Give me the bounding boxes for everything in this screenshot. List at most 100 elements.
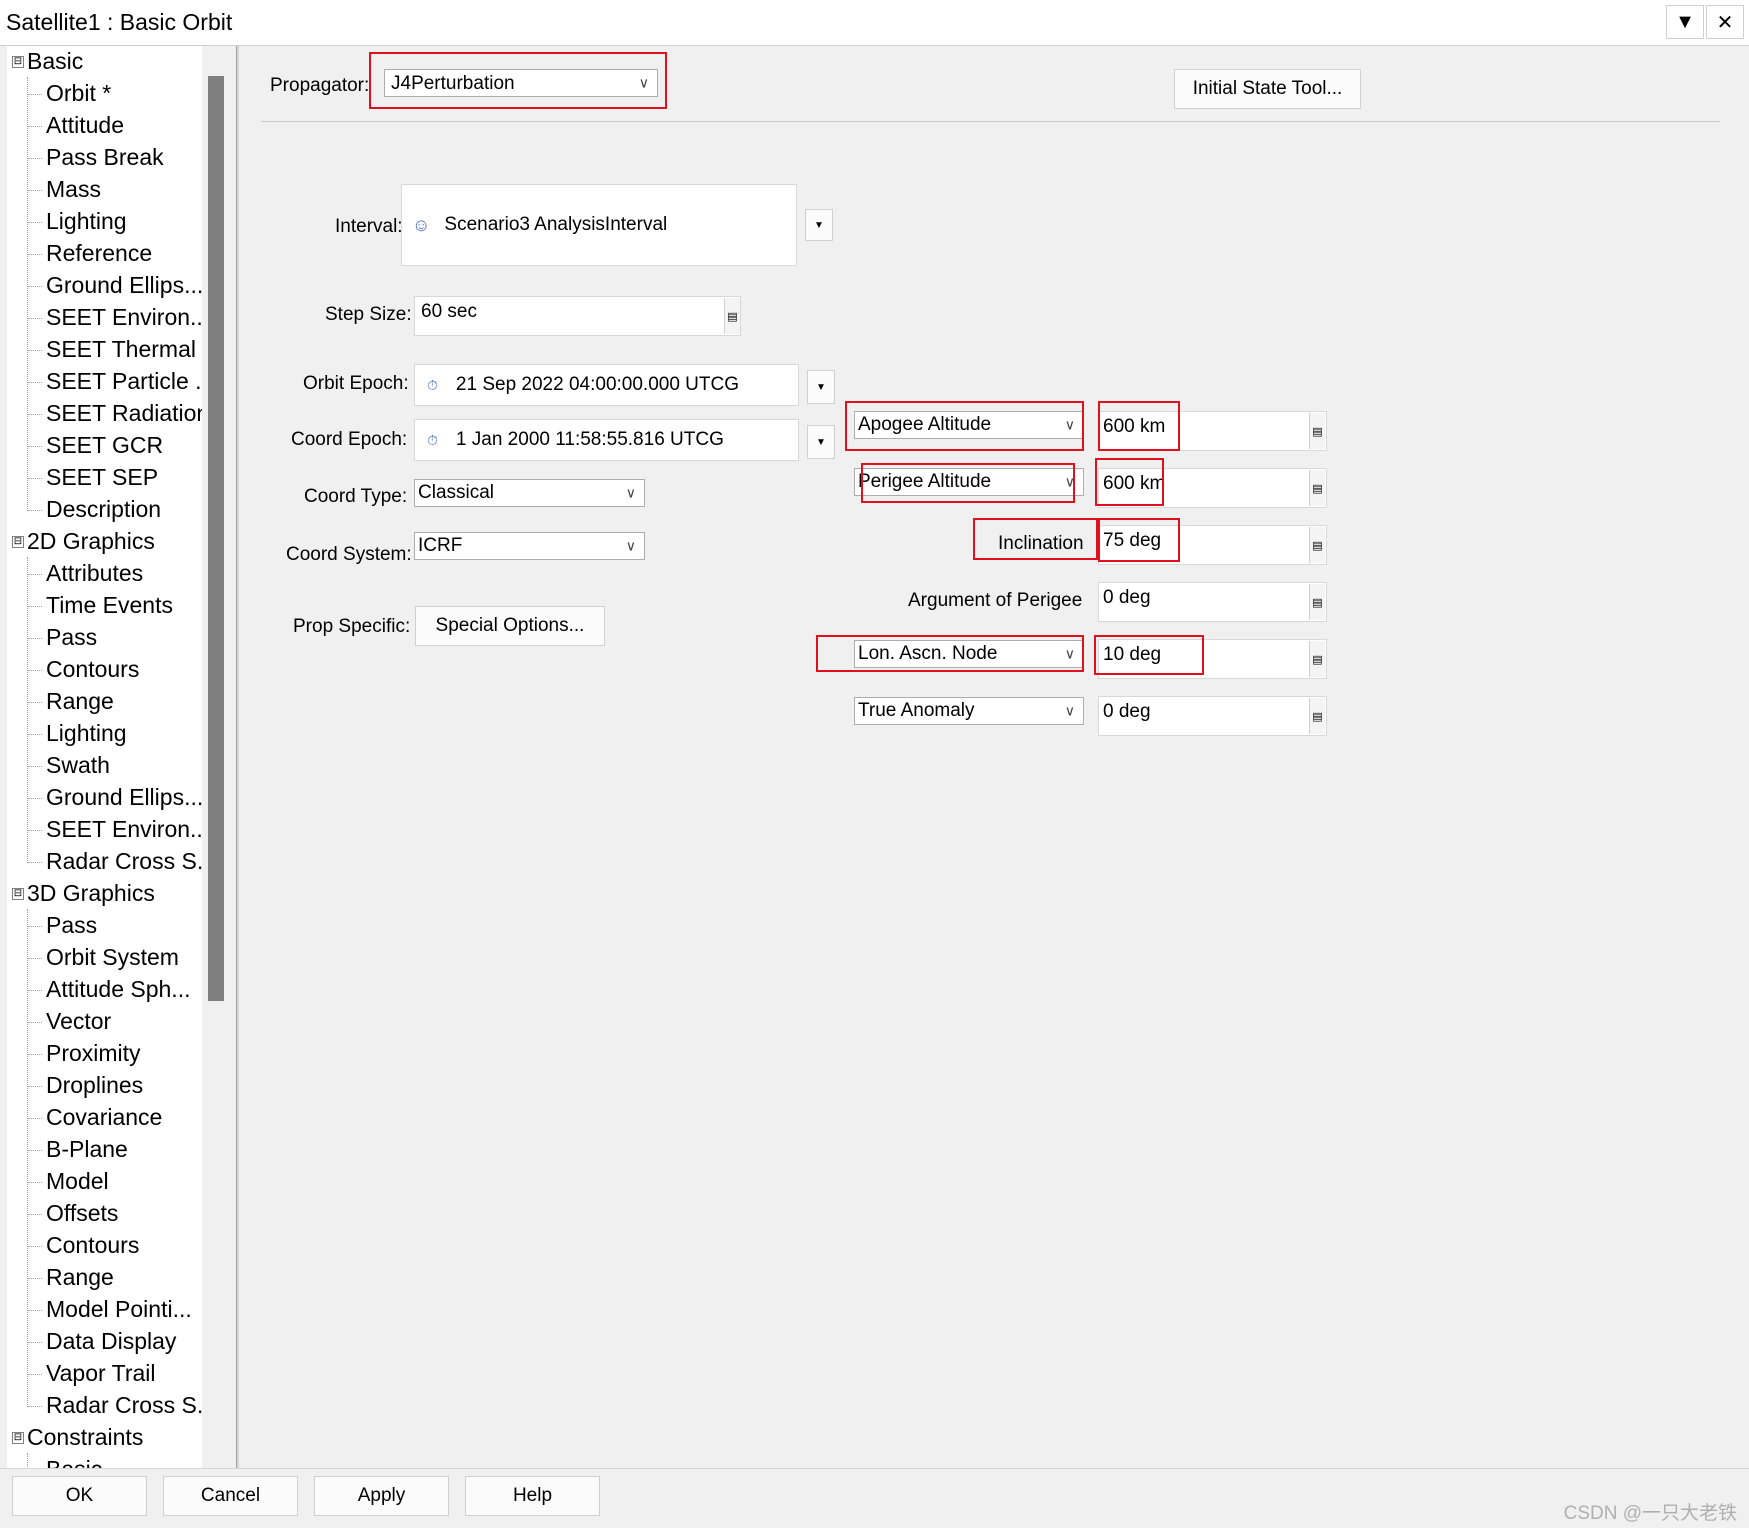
tree-connector	[28, 1118, 42, 1119]
special-options-button[interactable]: Special Options...	[415, 606, 605, 646]
tree-item[interactable]: Ground Ellips...	[46, 783, 202, 811]
tree-item[interactable]: Vapor Trail	[46, 1359, 156, 1387]
coord-system-select[interactable]: ICRF ∨	[414, 532, 645, 560]
tree-item[interactable]: Pass	[46, 911, 97, 939]
coord-epoch-field[interactable]: ⏱ 1 Jan 2000 11:58:55.816 UTCG	[414, 419, 799, 461]
tree-item[interactable]: Orbit *	[46, 79, 111, 107]
orbit-epoch-dropdown-button[interactable]: ▼	[807, 370, 835, 404]
tree-item[interactable]: Attitude Sph...	[46, 975, 190, 1003]
anomaly-select[interactable]: True Anomaly ∨	[854, 697, 1084, 725]
tree-connector	[28, 1406, 42, 1407]
propagator-select[interactable]: J4Perturbation ∨	[384, 69, 658, 97]
argument-of-perigee-options-icon[interactable]: ▤	[1309, 584, 1325, 620]
lon-ascn-node-input[interactable]: 10 deg	[1098, 639, 1327, 679]
tree-item[interactable]: SEET Environ...	[46, 303, 202, 331]
tree-item[interactable]: SEET GCR	[46, 431, 163, 459]
size-shape-1-select[interactable]: Apogee Altitude ∨	[854, 411, 1084, 439]
tree-item[interactable]: Radar Cross S...	[46, 847, 202, 875]
tree-item[interactable]: Covariance	[46, 1103, 162, 1131]
tree-item[interactable]: Description	[46, 495, 161, 523]
tree-scrollbar-thumb[interactable]	[208, 76, 224, 1001]
tree-item[interactable]: Droplines	[46, 1071, 143, 1099]
node-select[interactable]: Lon. Ascn. Node ∨	[854, 640, 1084, 668]
step-size-input[interactable]: 60 sec	[414, 296, 741, 336]
tree-item[interactable]: Vector	[46, 1007, 111, 1035]
chevron-down-icon: ∨	[1064, 702, 1075, 719]
tree-connector	[27, 1453, 28, 1468]
collapse-icon[interactable]: ⊟	[12, 536, 24, 548]
tree-item[interactable]: Attitude	[46, 111, 124, 139]
tree-item[interactable]: Data Display	[46, 1327, 176, 1355]
tree-connector	[28, 94, 42, 95]
tree-connector	[28, 606, 42, 607]
tree-item[interactable]: Range	[46, 687, 114, 715]
tree-item[interactable]: Mass	[46, 175, 101, 203]
tree-item[interactable]: Contours	[46, 655, 139, 683]
true-anomaly-value: 0 deg	[1103, 701, 1151, 722]
tree-item[interactable]: Proximity	[46, 1039, 141, 1067]
tree-connector	[28, 1054, 42, 1055]
tree-item[interactable]: B-Plane	[46, 1135, 128, 1163]
chevron-down-icon: ∨	[1064, 416, 1075, 433]
ok-button[interactable]: OK	[12, 1476, 147, 1516]
coord-type-select[interactable]: Classical ∨	[414, 479, 645, 507]
interval-dropdown-button[interactable]: ▼	[805, 209, 833, 241]
window-title: Satellite1 : Basic Orbit	[6, 9, 233, 35]
apply-button[interactable]: Apply	[314, 1476, 449, 1516]
tree-item[interactable]: SEET SEP	[46, 463, 158, 491]
size-shape-2-select[interactable]: Perigee Altitude ∨	[854, 468, 1084, 496]
apogee-options-icon[interactable]: ▤	[1309, 413, 1325, 449]
orbit-epoch-field[interactable]: ⏱ 21 Sep 2022 04:00:00.000 UTCG	[414, 364, 799, 406]
tree-item[interactable]: Time Events	[46, 591, 173, 619]
true-anomaly-options-icon[interactable]: ▤	[1309, 698, 1325, 734]
lon-ascn-node-options-icon[interactable]: ▤	[1309, 641, 1325, 677]
tree-item[interactable]: Model Pointi...	[46, 1295, 192, 1323]
tree-item[interactable]: Pass Break	[46, 143, 164, 171]
size-shape-1-type: Apogee Altitude	[858, 414, 992, 435]
tree-item[interactable]: Swath	[46, 751, 110, 779]
interval-field[interactable]: ☺ Scenario3 AnalysisInterval	[401, 184, 797, 266]
tree-item[interactable]: Pass	[46, 623, 97, 651]
tree-item[interactable]: Lighting	[46, 207, 127, 235]
tree-item[interactable]: SEET Particle ...	[46, 367, 202, 395]
close-icon[interactable]: ✕	[1706, 5, 1744, 39]
inclination-options-icon[interactable]: ▤	[1309, 527, 1325, 563]
tree-item[interactable]: Radar Cross S...	[46, 1391, 202, 1419]
tree-item[interactable]: SEET Environ...	[46, 815, 202, 843]
perigee-altitude-input[interactable]: 600 km	[1098, 468, 1327, 508]
argument-of-perigee-input[interactable]: 0 deg	[1098, 582, 1327, 622]
tree-item[interactable]: Ground Ellips...	[46, 271, 202, 299]
tree-item[interactable]: Model	[46, 1167, 109, 1195]
tree-item[interactable]: Orbit System	[46, 943, 179, 971]
separator-line	[261, 121, 1720, 122]
tree-section[interactable]: 3D Graphics	[27, 879, 155, 907]
window-menu-dropdown-icon[interactable]: ▼	[1666, 5, 1704, 39]
collapse-icon[interactable]: ⊟	[12, 1432, 24, 1444]
cancel-button[interactable]: Cancel	[163, 1476, 298, 1516]
tree-section[interactable]: Basic	[27, 47, 83, 75]
tree-item[interactable]: Reference	[46, 239, 152, 267]
tree-section[interactable]: Constraints	[27, 1423, 143, 1451]
true-anomaly-input[interactable]: 0 deg	[1098, 696, 1327, 736]
collapse-icon[interactable]: ⊟	[12, 56, 24, 68]
apogee-altitude-input[interactable]: 600 km	[1098, 411, 1327, 451]
property-tree[interactable]: ⊟ Basic Orbit * Attitude Pass Break Mass Light…	[7, 46, 202, 1468]
tree-connector	[28, 862, 42, 863]
tree-item[interactable]: Contours	[46, 1231, 139, 1259]
tree-item[interactable]: SEET Radiation	[46, 399, 202, 427]
perigee-options-icon[interactable]: ▤	[1309, 470, 1325, 506]
tree-item[interactable]: Basic	[46, 1455, 102, 1468]
tree-section[interactable]: 2D Graphics	[27, 527, 155, 555]
orbit-epoch-label: Orbit Epoch:	[303, 373, 409, 394]
tree-item[interactable]: SEET Thermal	[46, 335, 196, 363]
inclination-input[interactable]: 75 deg	[1098, 525, 1327, 565]
tree-item[interactable]: Offsets	[46, 1199, 118, 1227]
help-button[interactable]: Help	[465, 1476, 600, 1516]
tree-item[interactable]: Attributes	[46, 559, 143, 587]
step-size-options-icon[interactable]: ▤	[724, 298, 740, 334]
tree-item[interactable]: Range	[46, 1263, 114, 1291]
collapse-icon[interactable]: ⊟	[12, 888, 24, 900]
coord-epoch-dropdown-button[interactable]: ▼	[807, 425, 835, 459]
tree-item[interactable]: Lighting	[46, 719, 127, 747]
initial-state-tool-button[interactable]: Initial State Tool...	[1174, 69, 1361, 109]
